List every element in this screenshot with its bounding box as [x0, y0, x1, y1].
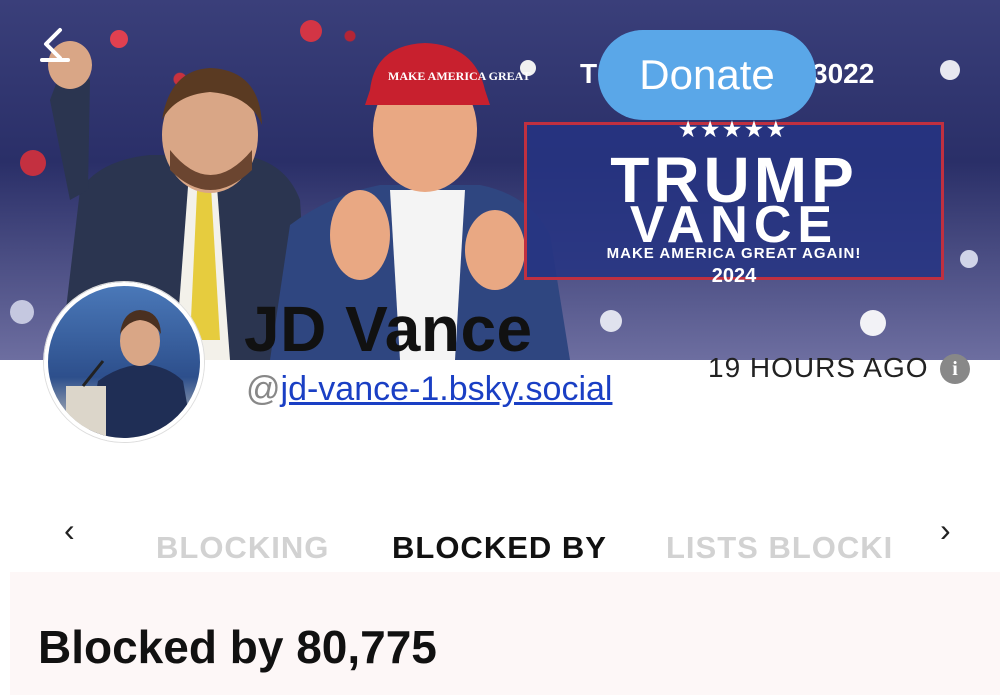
blocked-count: Blocked by 80,775 [38, 621, 437, 673]
avatar-image [66, 310, 193, 438]
sign-stars: ★★★★★ [679, 119, 789, 141]
sign-year: 2024 [711, 265, 757, 287]
confetti [10, 300, 34, 324]
banner-text-right: 3022 [812, 58, 875, 89]
tab-blocked-by[interactable]: BLOCKED BY [392, 530, 607, 566]
timestamp: 19 HOURS AGO [708, 352, 929, 383]
profile-name: JD Vance [244, 293, 533, 365]
confetti [960, 250, 978, 268]
profile-handle: @jd-vance-1.bsky.social [246, 370, 612, 409]
banner-text-left: T [580, 58, 598, 89]
confetti [940, 60, 960, 80]
chevron-left-icon[interactable]: ‹ [64, 512, 75, 549]
tab-lists-blocking[interactable]: LISTS BLOCKI [666, 530, 893, 566]
back-button[interactable] [34, 22, 78, 66]
chevron-left-icon [40, 28, 70, 62]
sign-slogan: MAKE AMERICA GREAT AGAIN! [606, 245, 862, 262]
tab-blocking[interactable]: BLOCKING [156, 530, 329, 566]
confetti [860, 310, 886, 336]
handle-prefix: @ [246, 370, 281, 408]
chevron-right-icon[interactable]: › [940, 512, 951, 549]
avatar[interactable] [44, 282, 204, 442]
info-icon[interactable]: i [940, 354, 970, 384]
tab-bar: ‹ BLOCKING BLOCKED BY LISTS BLOCKI › [0, 500, 1000, 572]
donate-button[interactable]: Donate [598, 30, 816, 120]
confetti [600, 310, 622, 332]
hat-text: MAKE AMERICA GREAT [388, 69, 530, 83]
handle-link[interactable]: jd-vance-1.bsky.social [281, 370, 613, 408]
campaign-sign: ★★★★★ TRUMP VANCE MAKE AMERICA GREAT AGA… [524, 119, 944, 287]
blocked-summary: Blocked by 80,775 [10, 572, 1000, 695]
